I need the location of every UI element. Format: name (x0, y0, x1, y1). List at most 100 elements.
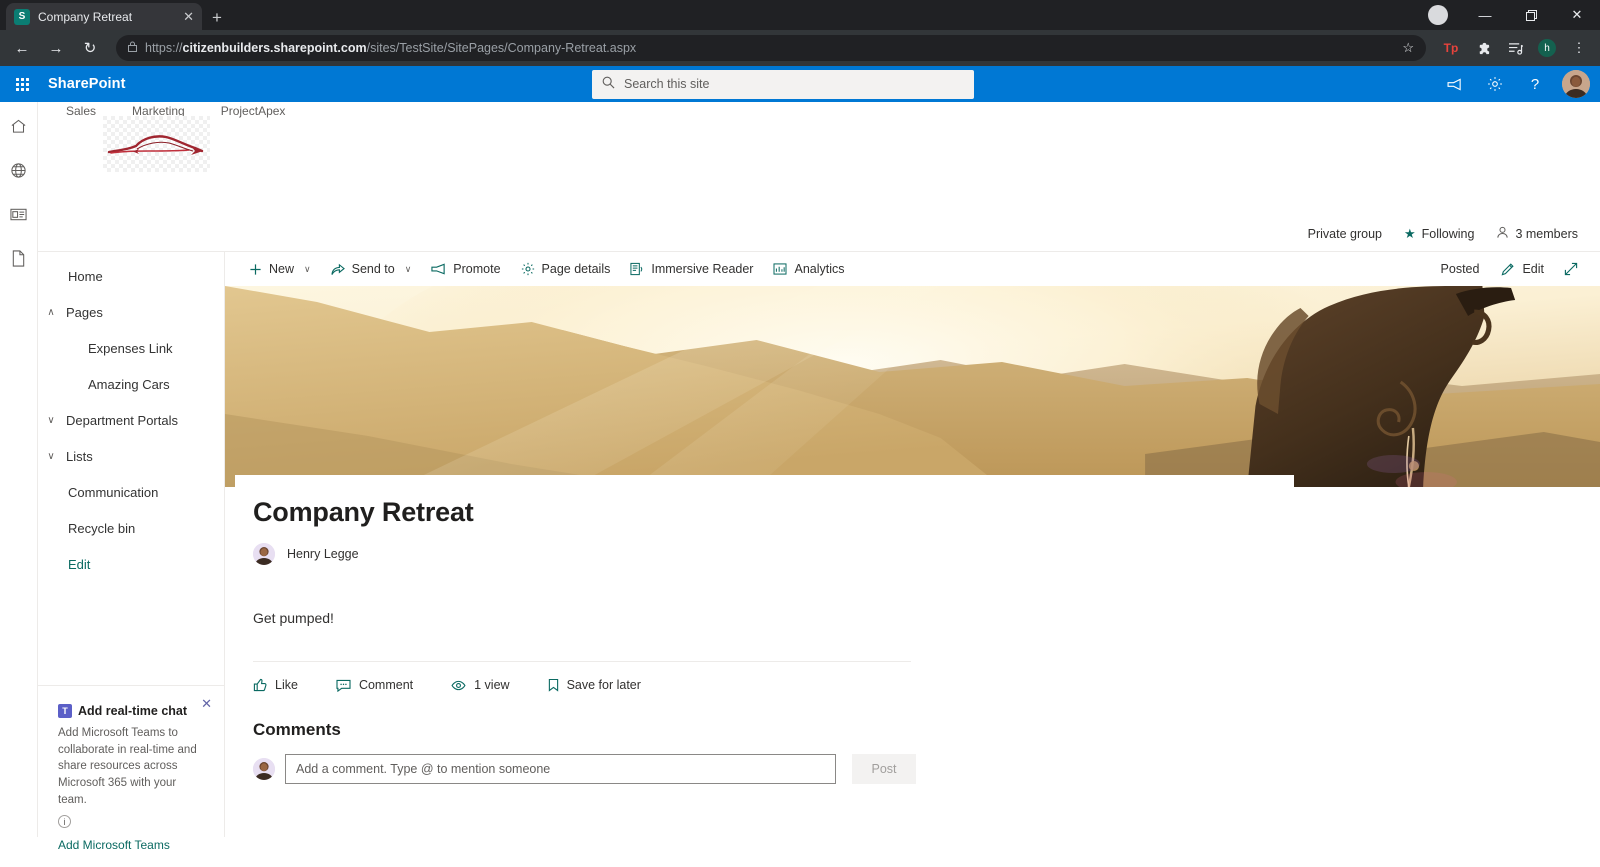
extensions-puzzle-icon[interactable] (1470, 35, 1496, 61)
close-icon[interactable]: ✕ (183, 10, 194, 23)
comment-label: Comment (358, 678, 414, 692)
expand-button[interactable] (1554, 254, 1588, 284)
sidebar-item-label: Edit (68, 556, 91, 572)
add-microsoft-teams-link[interactable]: Add Microsoft Teams (58, 838, 204, 852)
reload-icon[interactable]: ↻ (76, 34, 104, 62)
bookmark-icon (548, 678, 559, 692)
info-icon[interactable]: i (58, 815, 71, 829)
browser-tabstrip: S Company Retreat ✕ + — ✕ (0, 0, 1600, 30)
comment-compose-row: Add a comment. Type @ to mention someone… (253, 754, 1600, 784)
lock-icon (128, 41, 137, 55)
sidebar-item-recycle-bin[interactable]: Recycle bin (38, 510, 224, 546)
home-icon[interactable] (5, 112, 33, 140)
page-details-button[interactable]: Page details (511, 254, 621, 284)
megaphone-icon (431, 263, 446, 275)
following-button[interactable]: ★ Following (1404, 226, 1474, 242)
window-close-button[interactable]: ✕ (1554, 0, 1600, 30)
gear-icon[interactable] (1478, 69, 1512, 99)
current-user-avatar (253, 758, 275, 780)
url-scheme: https:// (145, 41, 183, 55)
browser-menu-icon[interactable]: ⋮ (1566, 35, 1592, 61)
news-icon[interactable] (5, 200, 33, 228)
person-icon (1496, 226, 1509, 242)
site-nav-item-projectapex[interactable]: ProjectApex (221, 104, 300, 118)
extension-h-icon[interactable]: h (1534, 35, 1560, 61)
post-comment-button[interactable]: Post (852, 754, 916, 784)
sidebar-item-expenses-link[interactable]: Expenses Link (38, 330, 224, 366)
page-content: Company Retreat Henry Legge Get pumped! … (225, 487, 1600, 784)
search-input[interactable]: Search this site (592, 69, 974, 99)
sharepoint-brand[interactable]: SharePoint (48, 76, 126, 92)
app-body: Sales Marketing ProjectApex Private grou… (0, 102, 1600, 852)
url-path: /sites/TestSite/SitePages/Company-Retrea… (366, 41, 637, 55)
chevron-down-icon[interactable]: ∨ (38, 451, 64, 462)
thumbs-up-icon (253, 678, 267, 692)
sidebar-item-lists[interactable]: ∨ Lists (38, 438, 224, 474)
sidebar-item-label: Home (68, 268, 103, 284)
help-icon[interactable]: ? (1518, 69, 1552, 99)
reading-list-icon[interactable] (1502, 35, 1528, 61)
car-sketch-logo (103, 116, 210, 172)
close-icon[interactable]: ✕ (201, 696, 212, 712)
address-bar[interactable]: https://citizenbuilders.sharepoint.com/s… (116, 35, 1426, 61)
save-for-later-button[interactable]: Save for later (548, 672, 657, 698)
site-meta-row: Private group ★ Following 3 members (38, 216, 1600, 252)
sidebar-item-pages[interactable]: ∧ Pages (38, 294, 224, 330)
document-icon[interactable] (5, 244, 33, 272)
comment-input[interactable]: Add a comment. Type @ to mention someone (285, 754, 836, 784)
sidebar-edit-link[interactable]: Edit (38, 546, 224, 582)
sidebar-item-amazing-cars[interactable]: Amazing Cars (38, 366, 224, 402)
analytics-button[interactable]: Analytics (763, 254, 854, 284)
sidebar-item-department-portals[interactable]: ∨ Department Portals (38, 402, 224, 438)
sidebar-item-home[interactable]: Home (38, 258, 224, 294)
new-tab-button[interactable]: + (212, 9, 222, 26)
browser-profile-icon[interactable] (1428, 5, 1448, 25)
minimize-button[interactable]: — (1462, 0, 1508, 30)
left-nav-items: Home ∧ Pages Expenses Link Amazing Cars (38, 252, 224, 582)
megaphone-icon[interactable] (1438, 69, 1472, 99)
edit-button[interactable]: Edit (1491, 254, 1554, 284)
author-avatar[interactable] (253, 543, 275, 565)
avatar[interactable] (1562, 70, 1590, 98)
immersive-reader-button[interactable]: Immersive Reader (620, 254, 763, 284)
members-button[interactable]: 3 members (1496, 226, 1578, 242)
browser-tab[interactable]: S Company Retreat ✕ (6, 3, 202, 30)
chevron-down-icon[interactable]: ∨ (304, 264, 311, 275)
comments-heading: Comments (253, 720, 341, 739)
send-to-button[interactable]: Send to ∨ (321, 254, 422, 284)
page-author: Henry Legge (253, 543, 1600, 565)
app-launcher-icon[interactable] (8, 70, 36, 98)
page-details-label: Page details (541, 262, 611, 276)
browser-window: S Company Retreat ✕ + — ✕ ← → ↻ https://… (0, 0, 1600, 867)
new-button[interactable]: New ∨ (239, 254, 321, 284)
site-header: Sales Marketing ProjectApex (38, 102, 1600, 216)
promo-title: Add real-time chat (78, 704, 188, 718)
comment-icon (336, 679, 351, 692)
divider (253, 661, 911, 662)
like-button[interactable]: Like (253, 672, 314, 698)
chevron-up-icon[interactable]: ∧ (38, 307, 64, 318)
views-count[interactable]: 1 view (451, 672, 525, 698)
chevron-down-icon[interactable]: ∨ (38, 415, 64, 426)
chevron-down-icon[interactable]: ∨ (405, 264, 412, 275)
extension-tp-icon[interactable]: Tp (1438, 35, 1464, 61)
bookmark-star-icon[interactable]: ☆ (1394, 40, 1414, 56)
suite-bar: SharePoint Search this site ? (0, 66, 1600, 102)
sidebar-item-communication[interactable]: Communication (38, 474, 224, 510)
search-placeholder: Search this site (624, 77, 710, 91)
sidebar-item-label: Pages (66, 304, 103, 320)
promote-button[interactable]: Promote (421, 254, 510, 284)
maximize-button[interactable] (1508, 0, 1554, 30)
comment-button[interactable]: Comment (336, 672, 429, 698)
promo-body: Add Microsoft Teams to collaborate in re… (58, 727, 197, 806)
promote-label: Promote (453, 262, 501, 276)
command-bar: New ∨ Send to ∨ Promote Page details Imm… (225, 252, 1600, 286)
back-icon[interactable]: ← (8, 34, 36, 62)
site-top-nav: Sales Marketing ProjectApex (38, 102, 1600, 118)
sidebar-item-label: Communication (68, 484, 159, 500)
sharepoint-favicon-icon: S (14, 8, 30, 25)
author-name[interactable]: Henry Legge (287, 547, 359, 561)
edit-label: Edit (1522, 262, 1544, 276)
globe-icon[interactable] (5, 156, 33, 184)
forward-icon[interactable]: → (42, 34, 70, 62)
